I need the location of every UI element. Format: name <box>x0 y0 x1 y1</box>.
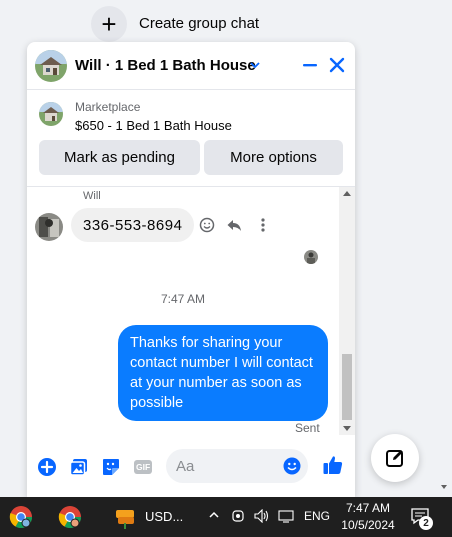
minimize-icon[interactable] <box>299 54 321 76</box>
scroll-down-arrow-icon[interactable] <box>343 426 351 431</box>
create-group-bar: + Create group chat <box>0 0 452 44</box>
conversation-title[interactable]: Will · 1 Bed 1 Bath House <box>75 57 256 74</box>
camera-icon[interactable] <box>231 509 245 526</box>
chrome-icon[interactable] <box>9 505 33 529</box>
notification-badge: 2 <box>419 516 433 530</box>
add-circle-icon[interactable] <box>37 457 57 477</box>
scroll-up-arrow-icon[interactable] <box>343 191 351 196</box>
create-group-label[interactable]: Create group chat <box>139 15 259 32</box>
page-scroll-down-icon[interactable] <box>441 485 447 489</box>
listing-thumbnail[interactable] <box>39 102 63 126</box>
message-timestamp: 7:47 AM <box>160 292 206 306</box>
taskbar: USD... ENG 7:47 AM 10/5/2024 2 <box>0 497 452 537</box>
plus-icon[interactable]: + <box>91 6 127 42</box>
thumbs-up-icon[interactable] <box>322 454 344 476</box>
sticker-icon[interactable] <box>101 457 121 477</box>
close-icon[interactable] <box>326 54 348 76</box>
gif-label: GIF <box>136 462 151 472</box>
house-avatar[interactable] <box>35 50 67 82</box>
chat-window: Will · 1 Bed 1 Bath House Marketplace $6… <box>27 42 355 497</box>
message-input[interactable] <box>176 449 276 483</box>
speaker-icon[interactable] <box>254 508 270 526</box>
message-composer: GIF <box>27 435 355 497</box>
marketplace-label: Marketplace <box>75 100 141 114</box>
listing-title[interactable]: $650 - 1 Bed 1 Bath House <box>75 118 232 133</box>
message-input-container <box>166 449 308 483</box>
mark-pending-button[interactable]: Mark as pending <box>39 140 200 175</box>
chrome-profile-icon[interactable] <box>58 505 82 529</box>
message-thread[interactable]: Will 336-553-8694 7:47 AM Thanks for sha… <box>27 187 355 435</box>
reply-icon[interactable] <box>226 217 242 233</box>
sender-name: Will <box>83 190 101 202</box>
incoming-message[interactable]: 336-553-8694 <box>71 208 195 242</box>
network-icon[interactable] <box>278 509 294 526</box>
sender-avatar[interactable] <box>35 213 63 241</box>
currency-app-icon[interactable] <box>113 505 137 529</box>
chevron-down-icon[interactable] <box>249 58 261 74</box>
seen-avatar <box>304 250 318 264</box>
more-options-button[interactable]: More options <box>204 140 343 175</box>
clock-date[interactable]: 10/5/2024 <box>340 518 396 532</box>
gif-icon[interactable]: GIF <box>133 457 153 477</box>
clock-time[interactable]: 7:47 AM <box>343 501 393 515</box>
thread-scrollbar[interactable] <box>339 187 355 435</box>
sent-status: Sent <box>295 421 320 435</box>
emoji-icon[interactable] <box>283 457 301 475</box>
language-indicator[interactable]: ENG <box>304 509 330 523</box>
more-vertical-icon[interactable] <box>255 217 271 233</box>
emoji-react-icon[interactable] <box>199 217 215 233</box>
marketplace-panel: Marketplace $650 - 1 Bed 1 Bath House Ma… <box>27 90 355 187</box>
photo-icon[interactable] <box>69 457 89 477</box>
taskbar-app-label[interactable]: USD... <box>145 509 183 524</box>
new-message-button[interactable] <box>371 434 419 482</box>
scroll-thumb[interactable] <box>342 354 352 420</box>
chat-header: Will · 1 Bed 1 Bath House <box>27 42 355 90</box>
compose-icon <box>386 450 403 467</box>
chevron-up-icon[interactable] <box>208 509 220 524</box>
outgoing-message[interactable]: Thanks for sharing your contact number I… <box>118 325 328 421</box>
